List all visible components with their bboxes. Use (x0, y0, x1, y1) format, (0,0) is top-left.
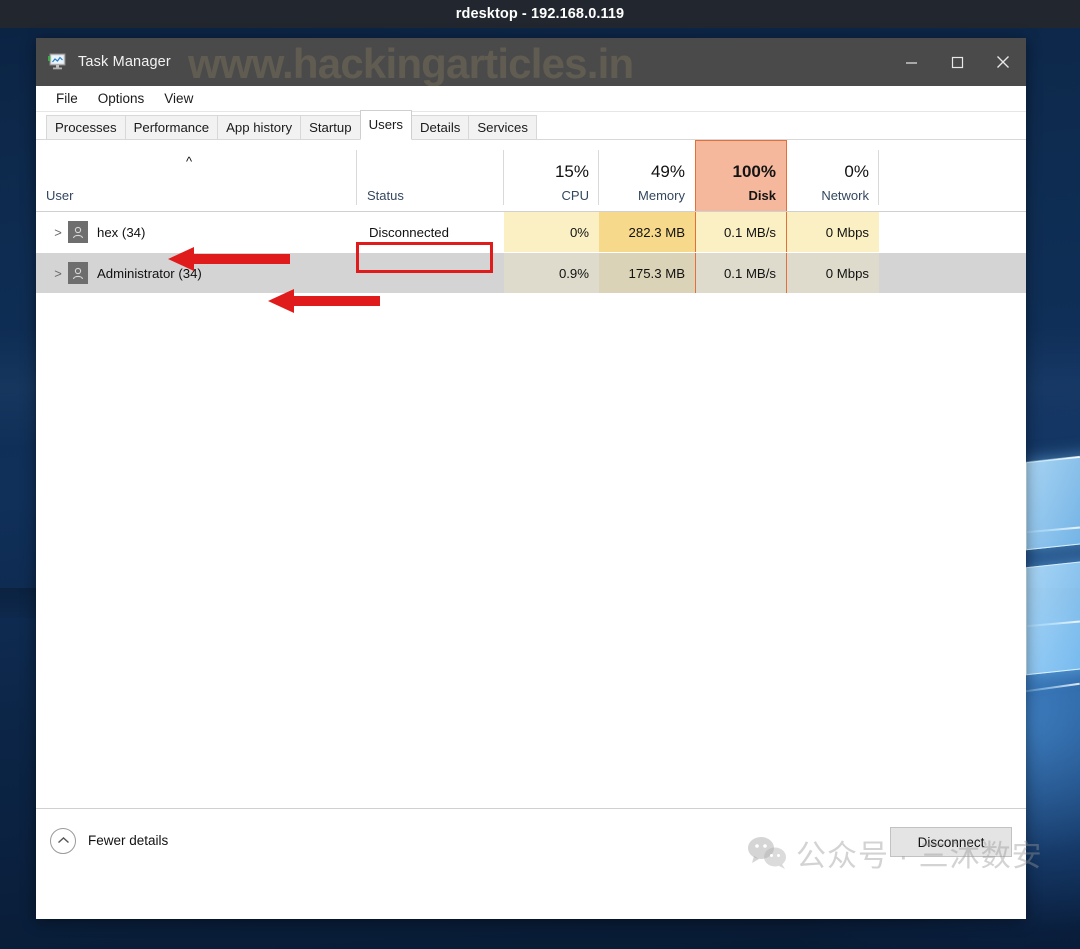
tab-performance[interactable]: Performance (124, 115, 219, 139)
cell-disk: 0.1 MB/s (695, 212, 787, 252)
cell-filler (879, 253, 1026, 293)
task-manager-footer: Fewer details 公众号 · 三沐数安 Disconnect (36, 808, 1042, 873)
column-header-status-label: Status (367, 188, 404, 203)
user-name: Administrator (34) (97, 265, 202, 281)
menu-item-file[interactable]: File (46, 86, 88, 112)
column-header-cpu[interactable]: 15% CPU (504, 140, 599, 211)
column-header-cpu-label: CPU (561, 188, 589, 203)
chevron-right-icon[interactable]: > (48, 225, 68, 240)
fewer-details-label: Fewer details (88, 833, 169, 848)
column-header-network-percent: 0% (844, 162, 869, 181)
chevron-up-circle-icon (50, 827, 76, 854)
table-row[interactable]: > hex (34) Disconnected 0% 282.3 MB 0.1 … (36, 212, 1026, 253)
user-name: hex (34) (97, 224, 146, 240)
rdesktop-title: rdesktop - 192.168.0.119 (455, 6, 625, 22)
cell-disk: 0.1 MB/s (695, 253, 787, 293)
column-header-disk[interactable]: 100% Disk (695, 140, 787, 211)
column-header-disk-label: Disk (748, 188, 776, 203)
cell-memory: 282.3 MB (599, 212, 695, 252)
watermark-hackingarticles: www.hackingarticles.in (188, 40, 634, 87)
column-header-network[interactable]: 0% Network (787, 140, 879, 211)
column-header-filler (879, 140, 1026, 211)
task-manager-window: Task Manager www.hackingarticles.in File… (36, 38, 1042, 919)
windows-logo-pane (1026, 558, 1080, 676)
cell-user[interactable]: > Administrator (34) (36, 253, 357, 293)
tab-users[interactable]: Users (359, 110, 413, 140)
cell-filler (879, 212, 1026, 252)
column-header-cpu-percent: 15% (554, 162, 589, 181)
tab-startup[interactable]: Startup (300, 115, 361, 139)
user-avatar-icon (68, 221, 88, 243)
rdesktop-window: rdesktop - 192.168.0.119 Task Manager ww… (0, 0, 1080, 949)
minimize-icon[interactable] (888, 38, 934, 86)
table-row[interactable]: > Administrator (34) 0.9% 175.3 MB 0.1 M… (36, 253, 1026, 294)
tab-services[interactable]: Services (468, 115, 537, 139)
column-header-memory-percent: 49% (650, 162, 685, 181)
tab-strip: Processes Performance App history Startu… (36, 110, 1026, 140)
cell-cpu: 0.9% (504, 253, 599, 293)
disconnect-button[interactable]: Disconnect (890, 827, 1012, 857)
close-icon[interactable] (980, 38, 1026, 86)
task-manager-monitor-icon (48, 53, 68, 71)
cell-network: 0 Mbps (787, 212, 879, 252)
menu-bar: File Options View (36, 86, 1026, 112)
cell-network: 0 Mbps (787, 253, 879, 293)
chevron-right-icon[interactable]: > (48, 266, 68, 281)
user-avatar-icon (68, 262, 88, 284)
column-header-status[interactable]: Status (357, 140, 504, 211)
maximize-icon[interactable] (934, 38, 980, 86)
column-header-disk-percent: 100% (732, 162, 776, 181)
cell-cpu: 0% (504, 212, 599, 252)
column-header-memory[interactable]: 49% Memory (599, 140, 695, 211)
rdesktop-titlebar: rdesktop - 192.168.0.119 (0, 0, 1080, 28)
user-list: > hex (34) Disconnected 0% 282.3 MB 0.1 … (36, 212, 1026, 808)
table-header-row: ^ User Status 15% CPU 49% Memory 100% Di… (36, 140, 1026, 212)
cell-user[interactable]: > hex (34) (36, 212, 357, 252)
column-header-memory-label: Memory (638, 188, 685, 203)
column-header-user[interactable]: ^ User (36, 140, 357, 211)
windows-logo-pane (1026, 453, 1080, 551)
tab-details[interactable]: Details (411, 115, 470, 139)
fewer-details-button[interactable]: Fewer details (50, 827, 169, 854)
menu-item-view[interactable]: View (154, 86, 203, 112)
wechat-icon (746, 836, 790, 870)
column-header-user-label: User (46, 188, 74, 203)
tab-processes[interactable]: Processes (46, 115, 126, 139)
task-manager-title: Task Manager (78, 54, 171, 70)
cell-memory: 175.3 MB (599, 253, 695, 293)
cell-status (357, 253, 504, 293)
tab-app-history[interactable]: App history (217, 115, 302, 139)
cell-status: Disconnected (369, 224, 449, 240)
window-controls (888, 38, 1026, 86)
menu-item-options[interactable]: Options (88, 86, 155, 112)
sort-ascending-caret-icon: ^ (186, 154, 193, 169)
column-header-network-label: Network (821, 188, 869, 203)
task-manager-titlebar[interactable]: Task Manager www.hackingarticles.in (36, 38, 1026, 87)
